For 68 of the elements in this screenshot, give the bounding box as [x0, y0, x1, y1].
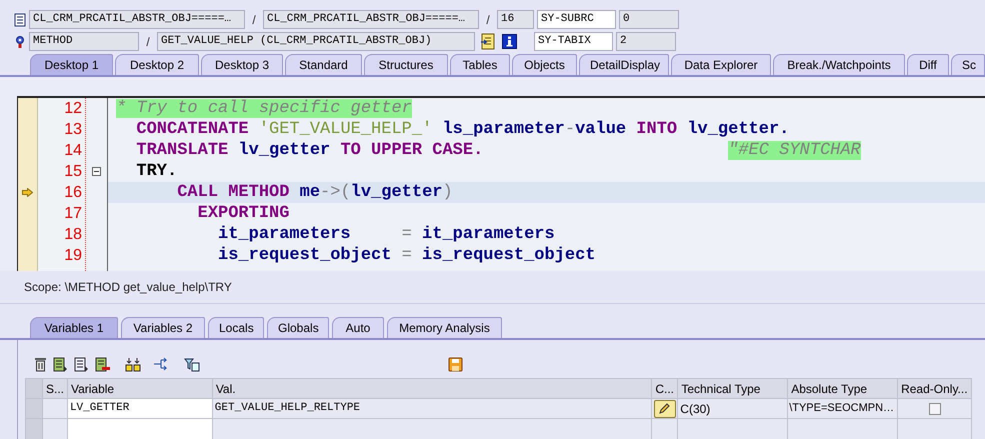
tab[interactable]: Sc — [951, 54, 985, 75]
list-icon[interactable] — [74, 356, 89, 372]
line-field: 16 — [497, 10, 534, 29]
collapse-icon[interactable] — [92, 167, 101, 176]
checkbox[interactable] — [928, 402, 941, 414]
tab[interactable]: Memory Analysis — [387, 317, 502, 338]
tab[interactable]: Data Explorer — [671, 54, 771, 75]
line-number: 19 — [64, 246, 82, 266]
tab[interactable]: Objects — [512, 54, 577, 75]
list-delete-icon[interactable] — [95, 356, 111, 372]
tab[interactable]: Locals — [208, 317, 264, 338]
tab[interactable]: Desktop 2 — [115, 54, 199, 75]
save-icon[interactable] — [448, 356, 463, 372]
table-cell[interactable]: LV_GETTER — [68, 399, 213, 419]
code-line: is_request_object = is_request_object — [217, 245, 596, 266]
list-add-icon[interactable] — [53, 356, 68, 372]
tab[interactable]: Diff — [907, 54, 949, 75]
system-field-value: 0 — [619, 10, 679, 29]
filter-icon[interactable] — [184, 356, 200, 372]
line-number: 15 — [64, 162, 82, 182]
tab[interactable]: Desktop 1 — [30, 54, 113, 75]
tab[interactable]: Desktop 3 — [201, 54, 283, 75]
code-line: it_parameters = it_parameters — [217, 224, 555, 245]
tab[interactable]: Globals — [267, 317, 329, 338]
table-cell — [42, 399, 68, 419]
tab[interactable]: Tables — [450, 54, 510, 75]
corner-cell[interactable] — [26, 379, 43, 399]
line-number: 12 — [64, 99, 82, 119]
tab[interactable]: Variables 2 — [121, 317, 205, 338]
tab[interactable]: Structures — [364, 54, 448, 75]
event-type-field: METHOD — [29, 32, 139, 51]
tab[interactable]: Standard — [285, 54, 362, 75]
tab[interactable]: Break./Watchpoints — [773, 54, 905, 75]
line-number: 17 — [64, 204, 82, 224]
line-number: 16 — [64, 183, 82, 203]
include-field: CL_CRM_PRCATIL_ABSTR_OBJ=====… — [29, 10, 245, 29]
document-list-icon — [14, 12, 26, 26]
edit-button[interactable] — [654, 400, 676, 418]
scope-label: Scope: \METHOD get_value_help\TRY — [24, 280, 232, 294]
sort-icon[interactable] — [125, 356, 141, 372]
separator-slash: / — [145, 34, 151, 50]
line-number: 14 — [64, 141, 82, 161]
code-line: TRANSLATE lv_getter TO UPPER CASE. "#EC SYNTCHAR — [135, 140, 861, 161]
table-cell: GET_VALUE_HELP_RELTYPE — [212, 399, 652, 419]
trash-icon[interactable] — [34, 356, 47, 372]
line-number: 13 — [64, 120, 82, 140]
separator-slash: / — [251, 12, 257, 28]
arrow-branch-icon[interactable] — [153, 356, 170, 372]
code-line: CALL METHOD me->(lv_getter) — [176, 182, 453, 203]
code-editor[interactable] — [17, 96, 985, 271]
separator-slash: / — [485, 12, 491, 28]
table-cell[interactable] — [68, 419, 213, 439]
event-name-field: GET_VALUE_HELP (CL_CRM_PRCATIL_ABSTR_OBJ) — [157, 32, 475, 51]
system-field-name: SY-SUBRC — [537, 10, 616, 29]
info-icon[interactable] — [502, 34, 517, 49]
tab[interactable]: Variables 1 — [30, 317, 118, 338]
code-line: EXPORTING — [196, 203, 290, 224]
tab[interactable]: Auto — [332, 317, 384, 338]
code-line: TRY. — [135, 161, 178, 182]
pencil-icon — [658, 402, 672, 415]
table-cell: C(30) — [678, 399, 788, 419]
program-field: CL_CRM_PRCATIL_ABSTR_OBJ=====… — [263, 10, 479, 29]
table-cell: \TYPE=SEOCMPN… — [788, 399, 898, 419]
line-number: 18 — [64, 225, 82, 245]
code-line: CONCATENATE 'GET_VALUE_HELP_' ls_parameter-value INTO lv_getter. — [135, 119, 790, 140]
system-field-value: 2 — [616, 32, 676, 51]
tab[interactable]: DetailDisplay — [579, 54, 669, 75]
system-field-name: SY-TABIX — [534, 32, 613, 51]
